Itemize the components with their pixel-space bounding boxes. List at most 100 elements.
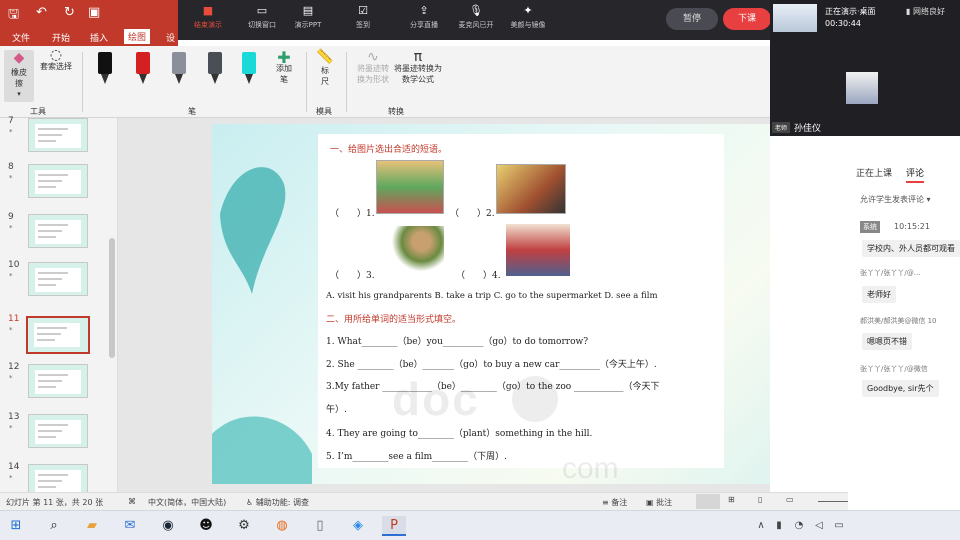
ruler-button[interactable]: 📏 标尺: [312, 49, 338, 87]
search-icon[interactable]: ⌕: [42, 516, 66, 536]
checkin-button[interactable]: ☑ 签到: [333, 4, 393, 30]
accessibility-status[interactable]: ♿ 辅助功能: 调查: [246, 497, 309, 508]
end-class-button[interactable]: 下课: [723, 8, 771, 30]
black-pen[interactable]: [98, 52, 112, 86]
status-bar: 幻灯片 第 11 张，共 20 张 ⌘ 中文(简体，中国大陆) ♿ 辅助功能: …: [0, 492, 848, 510]
notes-button[interactable]: ≡ 备注: [602, 497, 627, 508]
red-pen-tip: [139, 74, 147, 84]
thumb-text-line: [38, 236, 56, 238]
tab-home[interactable]: 开始: [52, 31, 70, 44]
wifi-icon[interactable]: ◔: [792, 516, 806, 536]
slide-thumbnail[interactable]: [26, 316, 90, 354]
ruler-icon: 📏: [316, 49, 334, 65]
document-icon[interactable]: ▯: [308, 516, 332, 536]
qq-icon[interactable]: ☻: [194, 516, 218, 536]
spellcheck-icon[interactable]: ⌘: [128, 497, 136, 506]
chat-message: Goodbye, sir先个: [862, 380, 939, 397]
normal-view-button[interactable]: [696, 494, 720, 509]
tab-draw[interactable]: 绘图: [124, 29, 151, 44]
tab-file[interactable]: 文件: [12, 31, 30, 44]
firefox-icon[interactable]: ◍: [270, 516, 294, 536]
group-divider: [346, 52, 347, 112]
allow-comments-dropdown[interactable]: 允许学生发表评论 ▾: [860, 194, 931, 205]
tab-design[interactable]: 设: [166, 31, 175, 44]
tray-app-icon[interactable]: ▮: [772, 516, 786, 536]
slide-thumbnail[interactable]: [28, 214, 88, 248]
add-pen-button[interactable]: ✚ 添加笔: [270, 50, 298, 85]
power-icon[interactable]: ▭: [832, 516, 846, 536]
zoom-slider[interactable]: [818, 501, 848, 502]
stop-present-button[interactable]: ■ 结束演示: [178, 4, 238, 30]
comment-panel: 正在上课 评论 允许学生发表评论 ▾ 系统 10:15:21 学校内、外人员都可…: [848, 136, 960, 490]
present-ppt-button[interactable]: ▤ 演示PPT: [278, 4, 338, 30]
thumb-text-line: [37, 333, 61, 335]
comments-button[interactable]: ▣ 批注: [646, 497, 672, 508]
pause-button[interactable]: 暂停: [666, 8, 718, 30]
mail-icon[interactable]: ✉: [118, 516, 142, 536]
red-pen[interactable]: [136, 52, 150, 86]
cyan-highlighter[interactable]: [242, 52, 256, 86]
dark-gray-pen[interactable]: [208, 52, 222, 86]
slide-thumbnail[interactable]: [28, 262, 88, 296]
slide-sorter-view-button[interactable]: ⊞: [728, 495, 735, 504]
reading-view-button[interactable]: ▯: [758, 495, 762, 504]
beauty-mirror-button[interactable]: ✦ 美颜与镜像: [498, 4, 558, 30]
role-badge: 老师: [772, 122, 791, 133]
thumb-text-line: [38, 424, 68, 426]
slide-thumbnail[interactable]: [28, 164, 88, 198]
bracket-1: （ ）1.: [330, 209, 375, 219]
thumb-scrollbar[interactable]: [109, 238, 115, 358]
share-icon: ⇪: [419, 4, 429, 17]
slideshow-view-button[interactable]: ▭: [786, 495, 794, 504]
notes-label: 备注: [611, 498, 628, 507]
share-live-button[interactable]: ⇪ 分享直播: [394, 4, 454, 30]
thumb-text-line: [38, 474, 68, 476]
thumb-text-line: [38, 436, 56, 438]
tab-insert[interactable]: 插入: [90, 31, 108, 44]
teacher-name: 孙佳仪: [794, 124, 822, 134]
gray-pen[interactable]: [172, 52, 186, 86]
language-status[interactable]: 中文(简体，中国大陆): [148, 497, 226, 508]
thumb-number: 11: [8, 314, 20, 324]
save-icon[interactable]: 🖫: [8, 5, 19, 27]
black-pen-tip: [101, 74, 109, 84]
dingtalk-icon[interactable]: ◈: [346, 516, 370, 536]
microphone-button[interactable]: 🎙 麦克风已开: [446, 4, 506, 30]
stop-present-icon: ■: [202, 4, 214, 17]
powerpoint-icon[interactable]: P: [382, 516, 406, 536]
live-timer: 00:30:44: [825, 19, 861, 28]
menu-bar: 文件 开始 插入 绘图 设: [0, 28, 178, 46]
windows-start-icon[interactable]: ⊞: [4, 516, 28, 536]
file-explorer-icon[interactable]: ▰: [80, 516, 104, 536]
eraser-button[interactable]: ◆ 橡皮擦 ▾: [4, 50, 34, 102]
docin-watermark: doc: [392, 373, 480, 425]
eraser-label: 橡皮擦: [11, 68, 27, 88]
seaweed-shape: [212, 416, 312, 484]
slide-thumbnail[interactable]: [28, 414, 88, 448]
stencil-group-label: 模具: [316, 107, 332, 116]
thumb-animation-marker: *: [9, 224, 13, 232]
pi-icon: π: [413, 49, 423, 65]
thumb-text-line: [38, 134, 62, 136]
volume-icon[interactable]: ◁: [812, 516, 826, 536]
tab-in-class[interactable]: 正在上课: [856, 166, 892, 179]
redo-icon[interactable]: ↻: [64, 5, 75, 20]
format-painter-icon[interactable]: ▣: [88, 5, 100, 20]
slide-thumbnail[interactable]: [28, 118, 88, 152]
question-5: 5. I’m________see a film________（下周）.: [326, 452, 508, 462]
chevron-down-icon: ▾: [926, 195, 931, 204]
steam-icon[interactable]: ◉: [156, 516, 180, 536]
screen-preview: [773, 4, 817, 32]
cyan-highlighter-tip: [245, 74, 253, 84]
settings-gear-icon[interactable]: ⚙: [232, 516, 256, 536]
lasso-select-button[interactable]: ◌ 套索选择: [38, 48, 74, 72]
ink-to-math-button[interactable]: π 将墨迹转换为数学公式: [394, 49, 442, 85]
ink-to-shape-button[interactable]: ∿ 将墨迹转换为形状: [354, 50, 392, 85]
stop-present-label: 结束演示: [194, 21, 222, 29]
undo-icon[interactable]: ↶: [36, 5, 47, 20]
docin-watermark-url: com: [562, 452, 619, 485]
slide-thumbnail[interactable]: [28, 364, 88, 398]
tab-comments[interactable]: 评论: [906, 166, 925, 183]
tray-expand-icon[interactable]: ∧: [754, 516, 768, 536]
system-time: 10:15:21: [894, 222, 930, 231]
